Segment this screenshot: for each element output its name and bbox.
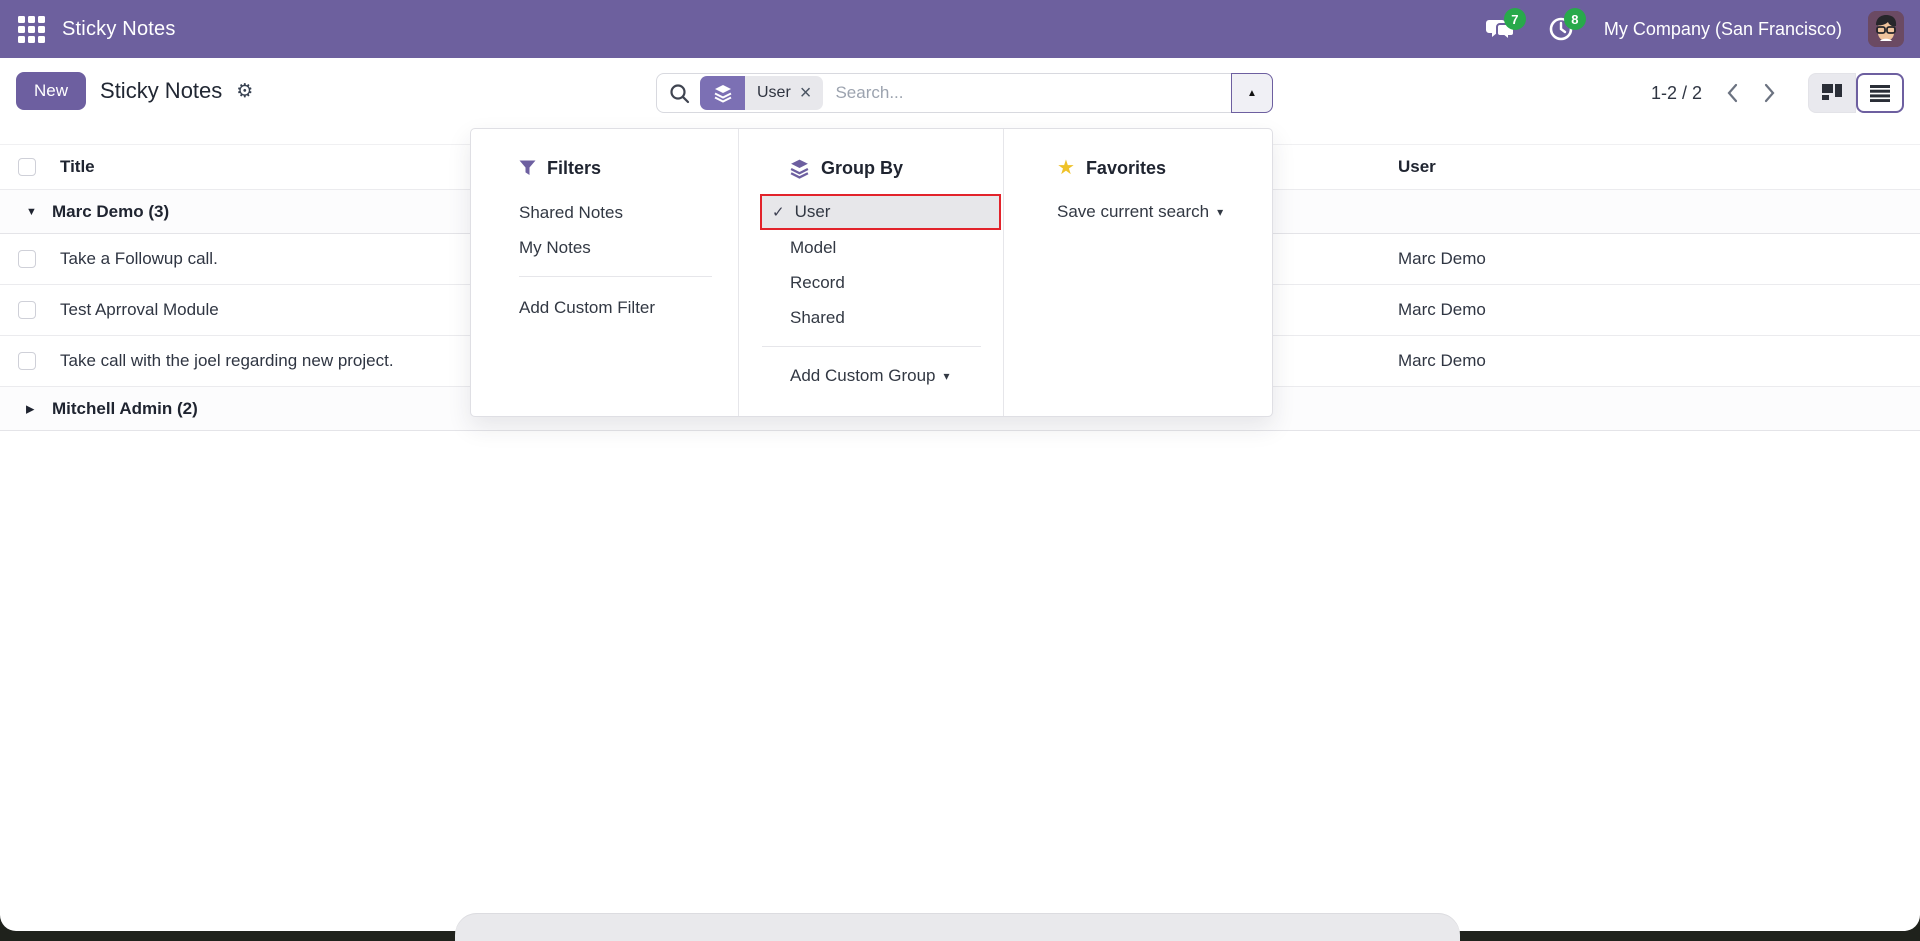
group-by-column: Group By ✓ User Model Record Shared Add … [738, 129, 1003, 416]
favorites-column: ★ Favorites Save current search ▾ [1003, 129, 1274, 416]
kanban-view-button[interactable] [1808, 73, 1856, 113]
pager-value: 1-2 / 2 [1651, 83, 1702, 104]
facet-value: User [757, 84, 791, 102]
save-current-search[interactable]: Save current search ▾ [1057, 194, 1274, 229]
row-checkbox[interactable] [18, 301, 36, 319]
pager-previous-button[interactable] [1718, 79, 1746, 107]
navbar-left: Sticky Notes [16, 14, 176, 44]
row-user: Marc Demo [1398, 300, 1486, 320]
group-expanded-icon: ▼ [26, 206, 37, 218]
apps-menu-icon[interactable] [16, 14, 46, 44]
messages-badge: 7 [1504, 8, 1526, 30]
top-navbar: Sticky Notes 7 8 [0, 0, 1920, 58]
add-custom-group[interactable]: Add Custom Group ▾ [790, 358, 1003, 393]
add-custom-filter[interactable]: Add Custom Filter [519, 290, 738, 325]
new-button[interactable]: New [16, 72, 86, 110]
select-all-checkbox[interactable] [18, 158, 36, 176]
activities-button[interactable]: 8 [1544, 12, 1578, 46]
company-switcher[interactable]: My Company (San Francisco) [1604, 19, 1842, 40]
layers-icon [789, 158, 810, 179]
search-input[interactable] [835, 83, 1272, 103]
search-facet-user: User × [700, 76, 823, 110]
chevron-right-icon [1764, 83, 1776, 103]
chevron-left-icon [1726, 83, 1738, 103]
group-by-record[interactable]: Record [790, 265, 1003, 300]
search-options-panel: Filters Shared Notes My Notes Add Custom… [470, 128, 1273, 417]
divider [519, 276, 712, 277]
layers-icon [700, 76, 745, 110]
check-icon: ✓ [772, 203, 785, 221]
kanban-icon [1822, 84, 1842, 102]
pager-next-button[interactable] [1756, 79, 1784, 107]
filter-shared-notes[interactable]: Shared Notes [519, 195, 738, 230]
group-collapsed-icon: ▶ [26, 402, 34, 415]
list-view-button[interactable] [1856, 73, 1904, 113]
user-avatar[interactable] [1868, 11, 1904, 47]
list-icon [1870, 85, 1890, 102]
group-label: Mitchell Admin (2) [52, 399, 198, 419]
filter-funnel-icon [519, 160, 536, 176]
search-bar: User × ▲ [656, 73, 1273, 113]
column-header-user[interactable]: User [1398, 157, 1436, 177]
group-label: Marc Demo (3) [52, 202, 169, 222]
control-panel-left: New Sticky Notes ⚙ [16, 72, 253, 110]
search-icon [669, 83, 690, 104]
row-title: Take a Followup call. [60, 249, 218, 269]
row-title: Take call with the joel regarding new pr… [60, 351, 394, 371]
caret-down-icon: ▾ [944, 369, 950, 383]
app-window: Sticky Notes 7 8 [0, 0, 1920, 931]
view-switcher [1808, 73, 1904, 113]
facet-remove-icon[interactable]: × [800, 83, 812, 103]
control-panel-right: 1-2 / 2 [1651, 73, 1904, 113]
row-checkbox[interactable] [18, 352, 36, 370]
star-icon: ★ [1057, 158, 1075, 178]
messages-button[interactable]: 7 [1484, 12, 1518, 46]
row-user: Marc Demo [1398, 351, 1486, 371]
caret-up-icon: ▲ [1247, 88, 1257, 99]
activities-badge: 8 [1564, 8, 1586, 30]
filter-my-notes[interactable]: My Notes [519, 230, 738, 265]
gear-icon[interactable]: ⚙ [236, 82, 253, 101]
search-dropdown-toggle[interactable]: ▲ [1231, 73, 1273, 113]
dock [455, 913, 1460, 941]
group-by-shared[interactable]: Shared [790, 300, 1003, 335]
row-user: Marc Demo [1398, 249, 1486, 269]
group-by-heading: Group By [789, 151, 1003, 185]
filters-heading: Filters [519, 151, 738, 185]
app-title[interactable]: Sticky Notes [62, 18, 176, 41]
group-by-model[interactable]: Model [790, 230, 1003, 265]
navbar-right: 7 8 My Company (San Francisco) [1484, 11, 1904, 47]
group-by-user[interactable]: ✓ User [760, 194, 1001, 230]
row-title: Test Aprroval Module [60, 300, 219, 320]
divider [762, 346, 981, 347]
filters-column: Filters Shared Notes My Notes Add Custom… [471, 129, 738, 416]
caret-down-icon: ▾ [1217, 205, 1223, 219]
favorites-heading: ★ Favorites [1057, 151, 1274, 185]
column-header-title[interactable]: Title [60, 157, 95, 177]
row-checkbox[interactable] [18, 250, 36, 268]
view-title: Sticky Notes [100, 78, 222, 104]
